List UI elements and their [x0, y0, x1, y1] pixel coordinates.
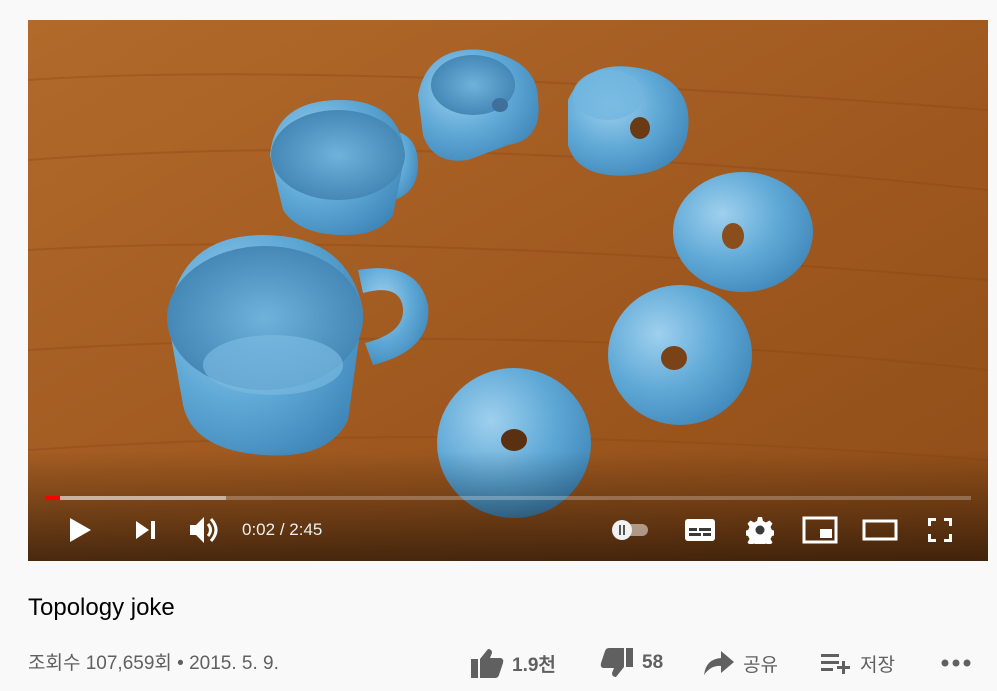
theater-mode-icon	[862, 519, 898, 541]
view-count: 조회수 107,659회	[28, 653, 172, 674]
time-separator: /	[275, 520, 290, 539]
thumb-up-icon	[471, 649, 504, 678]
volume-icon	[190, 517, 218, 543]
time-duration: 2:45	[289, 520, 323, 539]
subtitles-button[interactable]	[680, 506, 720, 554]
like-button[interactable]: 1.9천	[470, 640, 556, 686]
progress-bar[interactable]	[45, 496, 971, 500]
like-count: 1.9천	[512, 654, 556, 676]
fullscreen-button[interactable]	[920, 506, 960, 554]
save-label: 저장	[860, 654, 895, 676]
play-button[interactable]	[60, 506, 100, 554]
progress-played	[45, 496, 60, 500]
save-button[interactable]: 저장	[820, 640, 895, 686]
autoplay-toggle[interactable]	[608, 506, 654, 554]
morph-cup-2	[568, 66, 689, 176]
play-icon	[70, 518, 91, 542]
video-title: Topology joke	[28, 594, 175, 621]
subtitles-icon	[685, 519, 715, 541]
share-icon	[704, 651, 734, 675]
volume-button[interactable]	[184, 506, 224, 554]
video-info: 조회수 107,659회 • 2015. 5. 9.	[28, 648, 279, 675]
share-button[interactable]: 공유	[703, 640, 778, 686]
more-actions-button[interactable]	[940, 640, 972, 686]
settings-button[interactable]	[740, 506, 780, 554]
dislike-count: 58	[642, 652, 664, 673]
player-controls: 0:02 / 2:45	[28, 506, 988, 554]
fullscreen-icon	[928, 518, 952, 542]
autoplay-toggle-icon	[612, 520, 648, 540]
miniplayer-button[interactable]	[800, 506, 840, 554]
dislike-button[interactable]: 58	[600, 640, 663, 686]
miniplayer-icon	[802, 516, 838, 544]
time-display: 0:02 / 2:45	[242, 506, 322, 554]
torus-2	[608, 285, 752, 425]
settings-icon	[746, 517, 774, 544]
next-button[interactable]	[126, 506, 166, 554]
playlist-add-icon	[821, 654, 850, 674]
theater-mode-button[interactable]	[860, 506, 900, 554]
meta-separator: •	[171, 653, 190, 674]
video-player[interactable]: 0:02 / 2:45	[28, 20, 988, 561]
next-icon	[136, 521, 155, 539]
share-label: 공유	[743, 654, 778, 676]
progress-loaded	[45, 496, 226, 500]
more-icon	[941, 659, 971, 667]
upload-date: 2015. 5. 9.	[189, 653, 279, 674]
torus-1	[673, 172, 813, 292]
time-current: 0:02	[242, 520, 276, 539]
thumb-down-icon	[600, 648, 633, 677]
